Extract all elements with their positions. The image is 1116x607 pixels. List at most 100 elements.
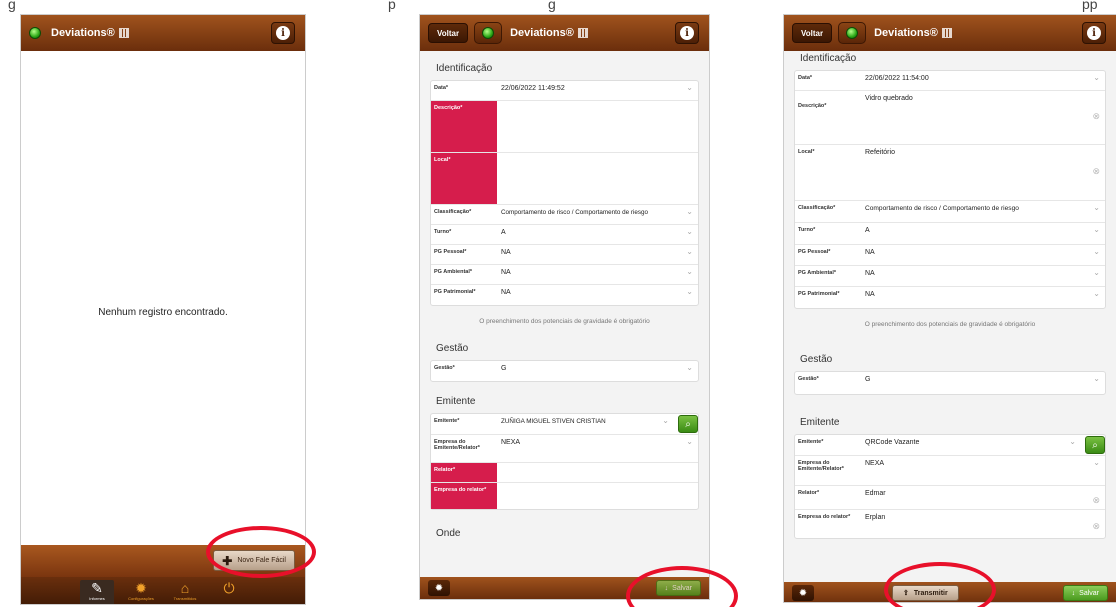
bottom-tab-bar: ✎ Informes ✹ Configurações ⌂ Transmitido… <box>21 577 305 604</box>
emitente-fields: Emitente* QRCode Vazante ⌕ Empresa do Em… <box>794 434 1106 539</box>
transmit-button[interactable]: ⇪ Transmitir <box>892 585 959 601</box>
search-button[interactable]: ⌕ <box>678 415 698 433</box>
settings-button[interactable]: ✹ <box>792 585 814 601</box>
field-pg-pessoal: PG Pessoal* NA <box>431 245 698 265</box>
gear-icon: ✹ <box>434 582 444 594</box>
field-turno: Turno* A <box>431 225 698 245</box>
pg-ambiental-select[interactable]: NA <box>861 266 1105 286</box>
local-textarea[interactable] <box>497 153 698 204</box>
empresa-select[interactable]: NEXA <box>861 456 1105 485</box>
field-label: Local* <box>798 149 815 155</box>
tab-informes[interactable]: ✎ Informes <box>80 580 114 604</box>
field-label: PG Pessoal* <box>798 249 831 255</box>
new-report-button[interactable]: ✚ Novo Fale Fácil <box>213 550 295 571</box>
field-empresa: Empresa do Emitente/Relator* NEXA <box>431 435 698 463</box>
gestao-select[interactable]: G <box>497 361 698 381</box>
field-emitente: Emitente* QRCode Vazante ⌕ <box>795 435 1105 456</box>
tab-transmitidos[interactable]: ⌂ Transmitidos <box>168 580 202 604</box>
field-label: Data* <box>434 85 449 91</box>
search-icon: ⌕ <box>1092 439 1098 451</box>
pg-pessoal-select[interactable]: NA <box>861 245 1105 265</box>
save-button[interactable]: ↓ Salvar <box>655 580 701 596</box>
gear-icon: ✹ <box>798 587 808 599</box>
save-label: Salvar <box>1079 589 1099 597</box>
field-label: Classificação* <box>798 205 836 211</box>
gestao-fields: Gestão* G <box>794 371 1106 395</box>
info-button[interactable]: i <box>675 22 699 44</box>
field-label: Descrição* <box>798 103 827 109</box>
field-label: Data* <box>798 75 813 81</box>
field-label: Gestão* <box>798 376 819 382</box>
field-data: Data* 22/06/2022 11:54:00 <box>795 71 1105 91</box>
gestao-fields: Gestão* G <box>430 360 699 382</box>
field-label: Empresa do relator* <box>798 514 851 520</box>
back-button[interactable]: Voltar <box>428 23 469 43</box>
pg-patrimonial-select[interactable]: NA <box>497 285 698 305</box>
info-button[interactable]: i <box>1082 22 1106 44</box>
search-button[interactable]: ⌕ <box>1085 436 1105 454</box>
emitente-fields: Emitente* ZUÑIGA MIGUEL STIVEN CRISTIAN … <box>430 413 699 510</box>
save-label: Salvar <box>672 584 692 592</box>
gear-icon: ✹ <box>135 580 147 596</box>
caption-fragment: g <box>8 0 16 12</box>
field-empresa: Empresa do Emitente/Relator* NEXA <box>795 456 1105 486</box>
field-gestao: Gestão* G <box>431 361 698 381</box>
empresa-relator-input[interactable]: Erplan <box>861 510 1105 538</box>
app-title: Deviations® <box>874 27 938 39</box>
date-select[interactable]: 22/06/2022 11:49:52 <box>497 81 698 100</box>
pg-ambiental-select[interactable]: NA <box>497 265 698 284</box>
descricao-textarea[interactable] <box>497 101 698 152</box>
share-icon: ⇪ <box>903 590 909 597</box>
field-label: Gestão* <box>434 365 455 371</box>
emitente-select[interactable]: ZUÑIGA MIGUEL STIVEN CRISTIAN <box>497 414 674 434</box>
section-heading: Identificação <box>800 53 857 64</box>
arrow-down-icon: ↓ <box>664 584 669 592</box>
field-descricao: Descrição* Vidro quebrado <box>795 91 1105 145</box>
section-heading: Gestão <box>800 354 833 365</box>
descricao-textarea[interactable]: Vidro quebrado <box>861 91 1105 144</box>
date-select[interactable]: 22/06/2022 11:54:00 <box>861 71 1105 90</box>
action-bar: ✚ Novo Fale Fácil <box>21 545 305 577</box>
field-label: PG Ambiental* <box>434 269 472 275</box>
field-label: PG Patrimonial* <box>798 291 840 297</box>
info-icon: i <box>276 26 290 40</box>
caption-fragment: pp <box>1082 0 1098 12</box>
empresa-select[interactable]: NEXA <box>497 435 698 462</box>
info-button[interactable]: i <box>271 22 295 44</box>
field-relator: Relator* Edmar <box>795 486 1105 510</box>
local-textarea[interactable]: Refeitório <box>861 145 1105 200</box>
classificacao-select[interactable]: Comportamento de risco / Comportamento d… <box>497 205 698 224</box>
search-icon: ⌕ <box>685 418 691 430</box>
power-icon: ⏻ <box>223 580 235 596</box>
field-label: Relator* <box>431 463 497 482</box>
new-report-label: Novo Fale Fácil <box>237 557 286 564</box>
back-button[interactable]: Voltar <box>792 23 833 43</box>
pg-pessoal-select[interactable]: NA <box>497 245 698 264</box>
turno-select[interactable]: A <box>861 223 1105 244</box>
tab-power[interactable]: ⏻ <box>212 580 246 604</box>
arrow-down-icon: ↓ <box>1071 589 1076 597</box>
gestao-select[interactable]: G <box>861 372 1105 394</box>
relator-input[interactable] <box>497 463 698 482</box>
tab-configuracoes[interactable]: ✹ Configurações <box>124 580 158 604</box>
emitente-select[interactable]: QRCode Vazante <box>861 435 1081 455</box>
turno-select[interactable]: A <box>497 225 698 244</box>
section-heading: Emitente <box>436 396 476 407</box>
field-pg-ambiental: PG Ambiental* NA <box>795 266 1105 287</box>
status-led-button[interactable] <box>838 22 867 44</box>
gravity-note: O preenchimento dos potenciais de gravid… <box>864 321 1036 328</box>
settings-button[interactable]: ✹ <box>428 580 450 596</box>
relator-input[interactable]: Edmar <box>861 486 1105 509</box>
field-local: Local* <box>431 153 698 205</box>
empresa-relator-input[interactable] <box>497 483 698 509</box>
caption-fragment: p <box>388 0 396 12</box>
section-heading: Gestão <box>436 343 469 354</box>
field-pg-patrimonial: PG Patrimonial* NA <box>431 285 698 305</box>
status-led-button[interactable] <box>474 22 503 44</box>
field-descricao: Descrição* <box>431 101 698 153</box>
form-footer: ✹ ⇪ Transmitir ↓ Salvar <box>784 582 1116 602</box>
classificacao-select[interactable]: Comportamento de risco / Comportamento d… <box>861 201 1105 222</box>
pg-patrimonial-select[interactable]: NA <box>861 287 1105 308</box>
field-label: PG Patrimonial* <box>434 289 476 295</box>
save-button[interactable]: ↓ Salvar <box>1062 585 1108 601</box>
